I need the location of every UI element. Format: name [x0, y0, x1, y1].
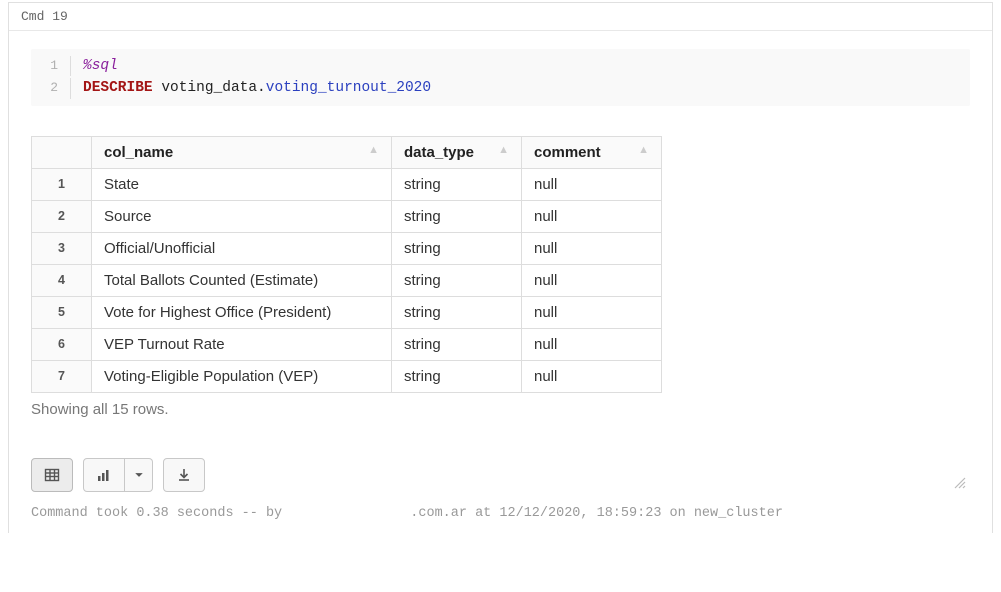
table-row[interactable]: 3Official/Unofficialstringnull	[32, 232, 662, 264]
header-label: data_type	[404, 144, 474, 161]
cell-comment: null	[522, 232, 662, 264]
table-view-button[interactable]	[31, 458, 73, 492]
cell-datatype: string	[392, 232, 522, 264]
row-number: 1	[32, 168, 92, 200]
meta-at: at	[467, 506, 499, 521]
cell-comment: null	[522, 360, 662, 392]
meta-by: -- by	[234, 506, 291, 521]
cell-colname: Total Ballots Counted (Estimate)	[92, 264, 392, 296]
cell-comment: null	[522, 328, 662, 360]
meta-timestamp: 12/12/2020, 18:59:23	[499, 506, 661, 521]
chart-view-button[interactable]	[83, 458, 125, 492]
table-row[interactable]: 5Vote for Highest Office (President)stri…	[32, 296, 662, 328]
cell-comment: null	[522, 296, 662, 328]
chart-dropdown-button[interactable]	[125, 458, 153, 492]
sql-keyword: DESCRIBE	[83, 80, 153, 96]
meta-duration: 0.38 seconds	[136, 506, 233, 521]
table-row[interactable]: 1Statestringnull	[32, 168, 662, 200]
row-number-header[interactable]	[32, 136, 92, 168]
cell-datatype: string	[392, 360, 522, 392]
column-header-datatype[interactable]: data_type ▲	[392, 136, 522, 168]
table-icon	[44, 467, 60, 483]
meta-on: on	[661, 506, 693, 521]
result-area: col_name ▲ data_type ▲ comment ▲ 1Sta	[31, 136, 970, 418]
download-icon	[176, 467, 192, 483]
table-row[interactable]: 7Voting-Eligible Population (VEP)stringn…	[32, 360, 662, 392]
cell-datatype: string	[392, 168, 522, 200]
row-number: 6	[32, 328, 92, 360]
cell-colname: VEP Turnout Rate	[92, 328, 392, 360]
schema-name: voting_data.	[153, 80, 266, 96]
meta-cluster: new_cluster	[694, 506, 783, 521]
chart-button-group	[83, 458, 153, 492]
table-row[interactable]: 4Total Ballots Counted (Estimate)stringn…	[32, 264, 662, 296]
table-row[interactable]: 6VEP Turnout Ratestringnull	[32, 328, 662, 360]
line-number: 1	[31, 56, 71, 76]
sort-icon[interactable]: ▲	[498, 144, 509, 156]
cell-datatype: string	[392, 264, 522, 296]
header-label: col_name	[104, 144, 173, 161]
run-metadata: Command took 0.38 seconds -- by .com.ar …	[31, 506, 970, 521]
cell-datatype: string	[392, 296, 522, 328]
line-number: 2	[31, 78, 71, 98]
cell-colname: Voting-Eligible Population (VEP)	[92, 360, 392, 392]
rows-note: Showing all 15 rows.	[31, 401, 970, 418]
code-editor[interactable]: 1 %sql 2 DESCRIBE voting_data.voting_tur…	[31, 49, 970, 106]
bar-chart-icon	[96, 467, 112, 483]
column-header-comment[interactable]: comment ▲	[522, 136, 662, 168]
cell-colname: State	[92, 168, 392, 200]
cell-colname: Vote for Highest Office (President)	[92, 296, 392, 328]
row-number: 7	[32, 360, 92, 392]
column-header-colname[interactable]: col_name ▲	[92, 136, 392, 168]
download-button[interactable]	[163, 458, 205, 492]
cell-colname: Source	[92, 200, 392, 232]
resize-handle-icon[interactable]	[952, 475, 966, 494]
cell-comment: null	[522, 200, 662, 232]
cell-comment: null	[522, 168, 662, 200]
row-number: 5	[32, 296, 92, 328]
cell-datatype: string	[392, 328, 522, 360]
sort-icon[interactable]: ▲	[368, 144, 379, 156]
cell-colname: Official/Unofficial	[92, 232, 392, 264]
row-number: 3	[32, 232, 92, 264]
sort-icon[interactable]: ▲	[638, 144, 649, 156]
header-label: comment	[534, 144, 601, 161]
meta-user: .com.ar	[410, 506, 467, 521]
cell-header[interactable]: Cmd 19	[9, 3, 992, 31]
cell-datatype: string	[392, 200, 522, 232]
cell-comment: null	[522, 264, 662, 296]
caret-down-icon	[134, 470, 144, 480]
table-identifier: voting_turnout_2020	[266, 80, 431, 96]
row-number: 2	[32, 200, 92, 232]
table-row[interactable]: 2Sourcestringnull	[32, 200, 662, 232]
row-number: 4	[32, 264, 92, 296]
command-cell: Cmd 19 1 %sql 2 DESCRIBE voting_data.vot…	[8, 2, 993, 533]
meta-prefix: Command took	[31, 506, 136, 521]
magic-command: %sql	[83, 58, 118, 74]
result-table: col_name ▲ data_type ▲ comment ▲ 1Sta	[31, 136, 662, 393]
result-toolbar	[31, 458, 970, 492]
